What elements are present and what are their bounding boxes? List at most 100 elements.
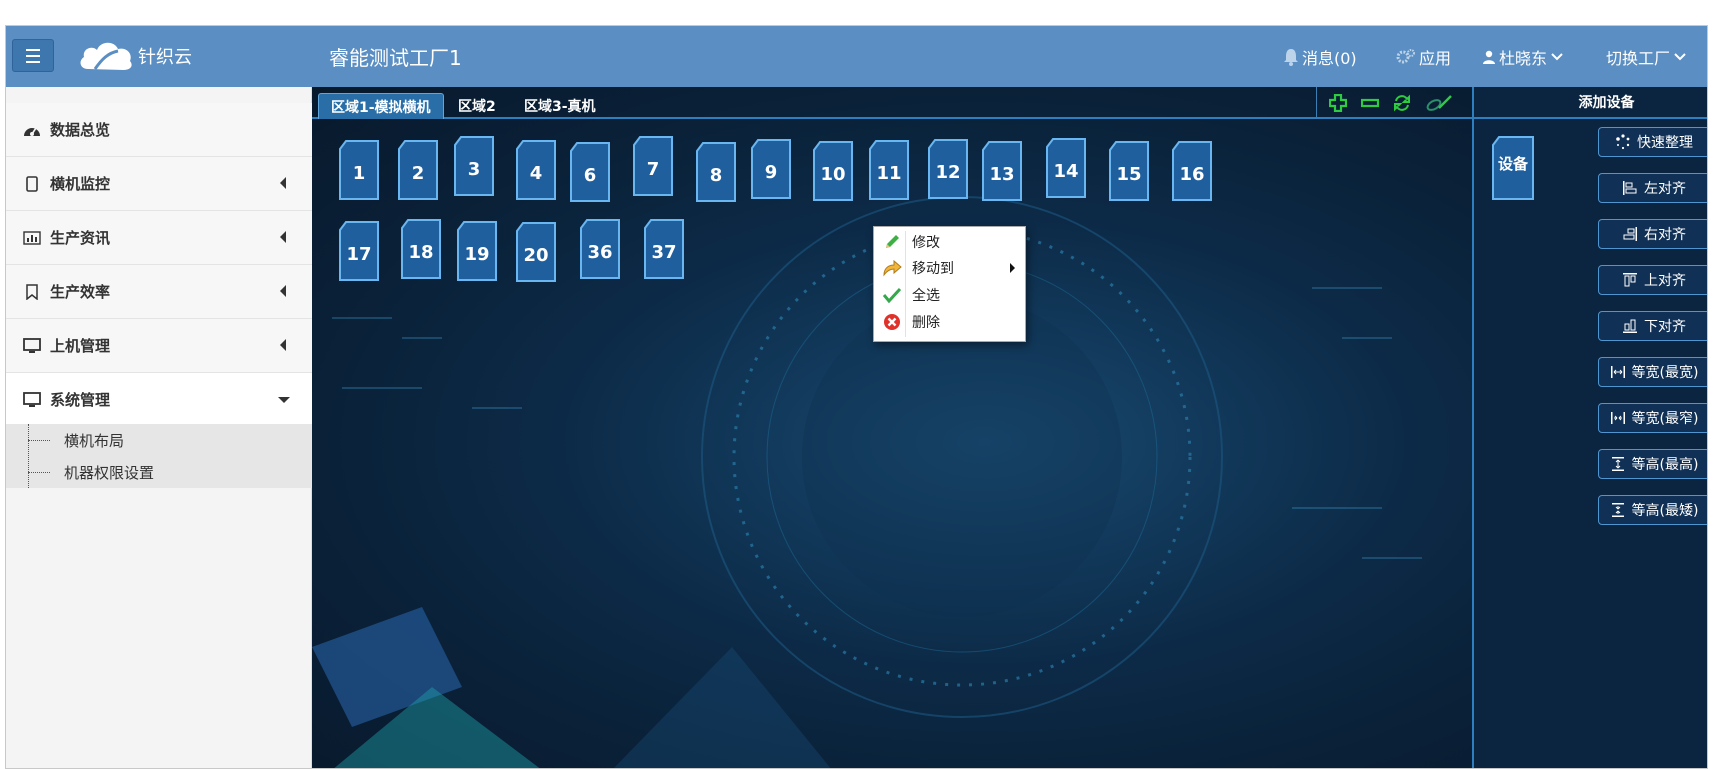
- sidebar-item-production-info[interactable]: 生产资讯: [6, 211, 312, 265]
- sidebar-toggle-button[interactable]: [12, 39, 54, 72]
- height-min-button[interactable]: 等高(最矮): [1598, 495, 1707, 525]
- arrange-button[interactable]: 快速整理: [1598, 127, 1707, 157]
- machine-label: 17: [346, 243, 372, 265]
- submenu-item-machine-permissions[interactable]: 机器权限设置: [6, 456, 312, 488]
- sidebar-item-machine-monitor[interactable]: 横机监控: [6, 157, 312, 211]
- align-top-button[interactable]: 上对齐: [1598, 265, 1707, 295]
- machine-7[interactable]: 7: [632, 135, 674, 197]
- width-max-button[interactable]: 等宽(最宽): [1598, 357, 1707, 387]
- submenu-item-label: 机器权限设置: [64, 463, 155, 482]
- area-tabs: 区域1-模拟横机 区域2 区域3-真机: [312, 87, 1472, 119]
- hamburger-icon: [26, 47, 40, 65]
- context-menu-move-to[interactable]: 移动到: [874, 255, 1027, 281]
- add-device-title: 添加设备: [1474, 87, 1707, 119]
- machine-9[interactable]: 9: [750, 138, 792, 200]
- machine-14[interactable]: 14: [1045, 137, 1087, 199]
- machine-12[interactable]: 12: [927, 138, 969, 200]
- machine-label: 14: [1053, 160, 1079, 182]
- messages-link[interactable]: 消息(0): [1283, 45, 1357, 69]
- machine-3[interactable]: 3: [453, 135, 495, 197]
- chevron-down-icon: [1674, 53, 1686, 61]
- height-min-icon: [1610, 502, 1626, 518]
- align-right-button[interactable]: 右对齐: [1598, 219, 1707, 249]
- switch-factory-label: 切换工厂: [1606, 49, 1671, 68]
- factory-title: 睿能测试工厂1: [329, 46, 462, 70]
- cloud-logo-icon: [80, 42, 132, 70]
- width-min-icon: [1610, 410, 1626, 426]
- context-menu-edit[interactable]: 修改: [874, 229, 1027, 255]
- context-menu-select-all[interactable]: 全选: [874, 282, 1027, 308]
- align-bottom-icon: [1622, 318, 1638, 334]
- checkmark-icon: [882, 285, 902, 305]
- layout-canvas[interactable]: 区域1-模拟横机 区域2 区域3-真机 1 2 3 4 6 7 8 9 10 11 12 13 14 15…: [312, 87, 1472, 768]
- button-label: 等高(最矮): [1631, 503, 1699, 519]
- submenu-item-machine-layout[interactable]: 横机布局: [6, 424, 312, 456]
- sidebar-item-machine-management[interactable]: 上机管理: [6, 319, 312, 373]
- context-menu: 修改 移动到 全选 删除: [873, 226, 1026, 342]
- user-name: 杜晓东: [1499, 49, 1548, 68]
- machine-19[interactable]: 19: [456, 220, 498, 282]
- dashboard-icon: [22, 123, 42, 137]
- machine-16[interactable]: 16: [1171, 140, 1213, 202]
- machine-8[interactable]: 8: [695, 141, 737, 203]
- sidebar-item-label: 系统管理: [50, 391, 111, 409]
- add-icon[interactable]: [1329, 94, 1347, 112]
- pencil-icon: [882, 232, 902, 252]
- sidebar-item-label: 生产效率: [50, 283, 111, 301]
- machine-1[interactable]: 1: [338, 139, 380, 201]
- caret-left-icon: [280, 285, 286, 297]
- submenu-item-label: 横机布局: [64, 431, 125, 450]
- machine-label: 3: [467, 158, 481, 180]
- caret-down-icon: [278, 397, 290, 403]
- machine-4[interactable]: 4: [515, 139, 557, 201]
- machine-15[interactable]: 15: [1108, 140, 1150, 202]
- sidebar-item-production-efficiency[interactable]: 生产效率: [6, 265, 312, 319]
- remove-icon[interactable]: [1361, 94, 1379, 112]
- device-palette-item[interactable]: 设备: [1491, 135, 1535, 201]
- machine-37[interactable]: 37: [643, 218, 685, 280]
- machine-6[interactable]: 6: [569, 141, 611, 203]
- machine-20[interactable]: 20: [515, 221, 557, 283]
- machine-label: 2: [411, 162, 425, 184]
- machine-13[interactable]: 13: [981, 140, 1023, 202]
- align-right-icon: [1622, 226, 1638, 242]
- user-menu[interactable]: 杜晓东: [1482, 45, 1564, 69]
- sidebar-item-data-overview[interactable]: 数据总览: [6, 103, 312, 157]
- switch-factory-menu[interactable]: 切换工厂: [1606, 45, 1687, 69]
- tree-vertical-line: [28, 424, 29, 488]
- machine-label: 8: [709, 164, 723, 186]
- machine-36[interactable]: 36: [579, 218, 621, 280]
- arrange-icon: [1615, 134, 1631, 150]
- align-left-button[interactable]: 左对齐: [1598, 173, 1707, 203]
- height-max-button[interactable]: 等高(最高): [1598, 449, 1707, 479]
- logo[interactable]: 针织云: [78, 38, 192, 74]
- link-icon[interactable]: [1425, 94, 1453, 112]
- user-icon: [1483, 50, 1495, 64]
- machine-11[interactable]: 11: [868, 139, 910, 201]
- refresh-icon[interactable]: [1393, 94, 1411, 112]
- machine-18[interactable]: 18: [400, 218, 442, 280]
- machine-label: 37: [651, 241, 677, 263]
- button-label: 快速整理: [1637, 135, 1693, 151]
- monitor-icon: [22, 391, 42, 408]
- tab-area3[interactable]: 区域3-真机: [512, 93, 608, 119]
- bar-chart-icon: [22, 230, 42, 245]
- submenu-arrow-icon: [1010, 263, 1015, 273]
- width-min-button[interactable]: 等宽(最窄): [1598, 403, 1707, 433]
- apps-link[interactable]: 应用: [1396, 45, 1451, 69]
- sidebar-item-system-management[interactable]: 系统管理: [6, 373, 312, 427]
- machine-label: 18: [408, 241, 434, 263]
- app-frame: 针织云 睿能测试工厂1 消息(0) 应用 杜晓东 切换工厂 数据总览 横机监控 …: [5, 25, 1708, 769]
- machine-label: 15: [1116, 163, 1142, 185]
- monitor-icon: [22, 337, 42, 354]
- context-menu-delete[interactable]: 删除: [874, 309, 1027, 335]
- align-bottom-button[interactable]: 下对齐: [1598, 311, 1707, 341]
- tab-area1[interactable]: 区域1-模拟横机: [318, 93, 444, 119]
- tree-connector: [28, 471, 50, 473]
- align-top-icon: [1622, 272, 1638, 288]
- machine-17[interactable]: 17: [338, 220, 380, 282]
- machine-2[interactable]: 2: [397, 139, 439, 201]
- machine-10[interactable]: 10: [812, 140, 854, 202]
- button-label: 左对齐: [1644, 181, 1686, 197]
- tab-area2[interactable]: 区域2: [446, 93, 508, 119]
